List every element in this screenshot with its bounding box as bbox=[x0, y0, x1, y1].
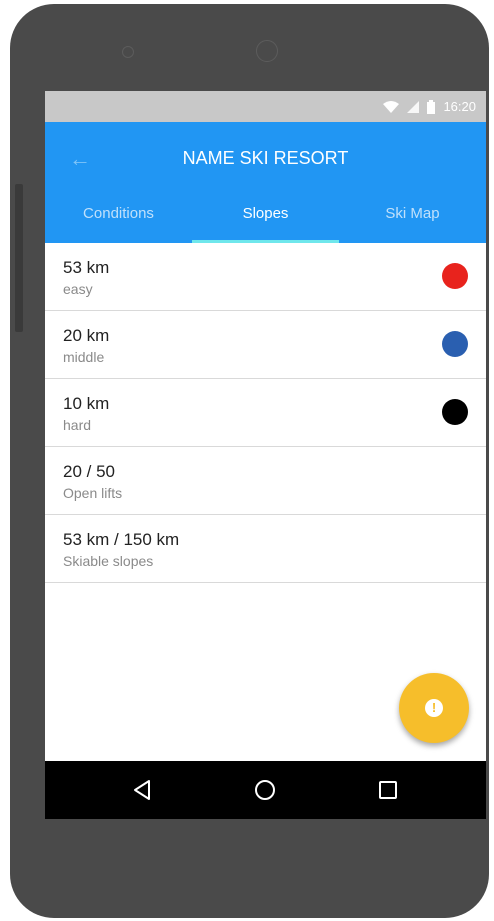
tab-conditions[interactable]: Conditions bbox=[45, 185, 192, 243]
nav-home-icon[interactable] bbox=[250, 775, 280, 805]
slopes-list: 53 km easy 20 km middle 10 km hard 20 / … bbox=[45, 243, 486, 583]
list-item-label: middle bbox=[63, 349, 105, 365]
list-item-value: 20 / 50 bbox=[63, 462, 115, 481]
list-item-label: easy bbox=[63, 281, 93, 297]
list-item-value: 10 km bbox=[63, 394, 110, 413]
front-camera bbox=[256, 40, 278, 62]
list-item-value: 53 km / 150 km bbox=[63, 530, 180, 549]
alert-fab-button[interactable]: ! bbox=[399, 673, 469, 743]
tab-label: Slopes bbox=[242, 205, 289, 222]
battery-icon bbox=[427, 99, 436, 114]
tab-label: Conditions bbox=[83, 205, 154, 222]
screen: 16:20 ← NAME SKI RESORT Conditions Slope… bbox=[45, 91, 486, 819]
nav-recents-icon[interactable] bbox=[373, 775, 403, 805]
tab-label: Ski Map bbox=[385, 205, 440, 222]
list-item-skiable-slopes[interactable]: 53 km / 150 km Skiable slopes bbox=[45, 515, 486, 583]
difficulty-dot-red bbox=[442, 263, 468, 289]
tab-ski-map[interactable]: Ski Map bbox=[339, 185, 486, 243]
difficulty-dot-black bbox=[442, 399, 468, 425]
difficulty-dot-blue bbox=[442, 331, 468, 357]
phone-frame: 16:20 ← NAME SKI RESORT Conditions Slope… bbox=[10, 4, 489, 918]
page-title: NAME SKI RESORT bbox=[182, 148, 349, 168]
status-bar: 16:20 bbox=[45, 91, 486, 122]
system-nav-bar bbox=[45, 761, 486, 819]
tab-slopes[interactable]: Slopes bbox=[192, 185, 339, 243]
nav-back-icon[interactable] bbox=[127, 775, 157, 805]
list-item-hard[interactable]: 10 km hard bbox=[45, 379, 486, 447]
side-button bbox=[15, 184, 23, 332]
list-item-middle[interactable]: 20 km middle bbox=[45, 311, 486, 379]
status-time: 16:20 bbox=[443, 99, 476, 114]
wifi-icon bbox=[383, 100, 400, 113]
list-item-easy[interactable]: 53 km easy bbox=[45, 243, 486, 311]
list-item-value: 53 km bbox=[63, 258, 110, 277]
list-item-value: 20 km bbox=[63, 326, 110, 345]
list-item-label: hard bbox=[63, 417, 92, 433]
list-item-label: Open lifts bbox=[63, 485, 123, 501]
proximity-sensor bbox=[122, 46, 134, 58]
list-item-label: Skiable slopes bbox=[63, 553, 154, 569]
app-bar: ← NAME SKI RESORT Conditions Slopes Ski … bbox=[45, 122, 486, 243]
list-item-open-lifts[interactable]: 20 / 50 Open lifts bbox=[45, 447, 486, 515]
signal-icon bbox=[407, 100, 420, 113]
alert-icon: ! bbox=[425, 699, 443, 717]
tab-bar: Conditions Slopes Ski Map bbox=[45, 185, 486, 243]
